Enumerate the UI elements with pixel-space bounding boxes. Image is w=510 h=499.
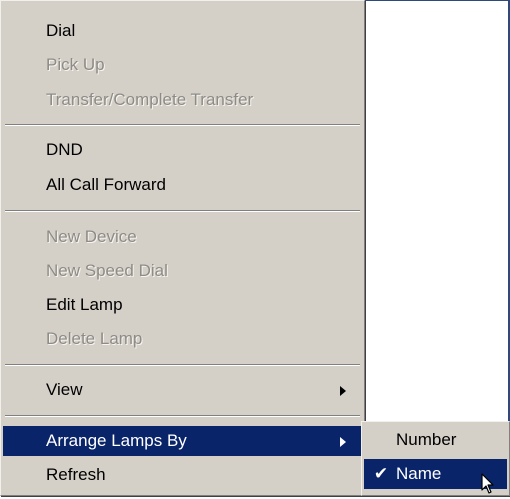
menu-item-label: View (46, 380, 83, 399)
menu-item-new-device: New Device (3, 222, 362, 252)
menu-item-label: DND (46, 140, 83, 159)
submenu-arrow-icon (340, 386, 346, 396)
menu-separator (5, 210, 360, 212)
menu-item-arrange-lamps-by[interactable]: Arrange Lamps By (3, 426, 362, 456)
menu-item-label: All Call Forward (46, 175, 166, 194)
menu-item-label: Edit Lamp (46, 295, 123, 314)
checkmark-icon: ✔ (373, 464, 389, 483)
menu-item-label: New Device (46, 227, 137, 246)
menu-item-label: Refresh (46, 465, 106, 484)
menu-item-label: Dial (46, 21, 76, 40)
submenu-item-label: Name (396, 464, 442, 483)
menu-item-label: Pick Up (46, 55, 105, 74)
menu-separator (5, 124, 360, 126)
menu-item-label: New Speed Dial (46, 261, 168, 280)
mouse-cursor-icon (481, 473, 495, 499)
menu-separator (5, 364, 360, 366)
menu-separator (5, 415, 360, 417)
submenu-item-label: Number (396, 430, 457, 449)
menu-item-dnd[interactable]: DND (3, 135, 362, 165)
menu-item-pick-up: Pick Up (3, 50, 362, 80)
context-menu: Dial Pick Up Transfer/Complete Transfer … (0, 0, 365, 496)
menu-item-transfer: Transfer/Complete Transfer (3, 85, 362, 115)
menu-item-label: Arrange Lamps By (46, 431, 187, 450)
menu-item-dial[interactable]: Dial (3, 16, 362, 46)
menu-item-view[interactable]: View (3, 375, 362, 405)
menu-item-label: Transfer/Complete Transfer (46, 90, 254, 109)
submenu-item-number[interactable]: Number (364, 425, 507, 455)
submenu-arrow-icon (340, 437, 346, 447)
menu-item-new-speed-dial: New Speed Dial (3, 256, 362, 286)
menu-item-edit-lamp[interactable]: Edit Lamp (3, 290, 362, 320)
menu-item-label: Delete Lamp (46, 329, 143, 348)
menu-item-refresh[interactable]: Refresh (3, 460, 362, 490)
menu-item-delete-lamp: Delete Lamp (3, 324, 362, 354)
menu-item-all-call-forward[interactable]: All Call Forward (3, 170, 362, 200)
